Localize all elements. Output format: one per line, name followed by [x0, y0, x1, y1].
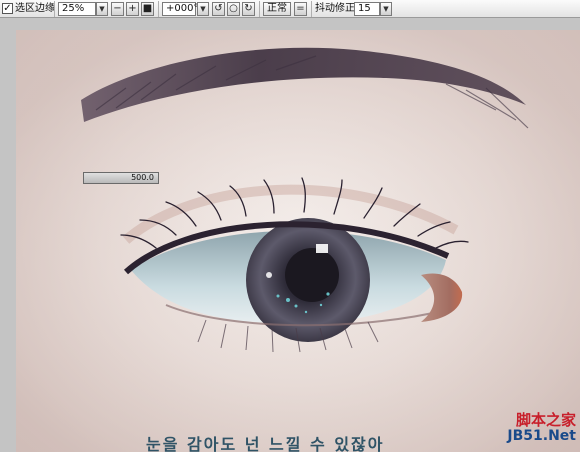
eye-illustration [16, 30, 580, 452]
zoom-input[interactable]: 25% [58, 2, 96, 16]
drawing-canvas[interactable]: 눈을 감아도 넌 느낄 수 있잖아 [16, 30, 580, 452]
watermark-line-2: JB51.Net [507, 428, 576, 444]
toolbar: ✓ 选区边缘 25% ▼ − + ■ +000° ▼ ↺ ○ ↻ 正常 = 抖动… [0, 0, 580, 18]
rotate-left-icon[interactable]: ↺ [212, 2, 225, 16]
toolbar-divider [54, 1, 55, 17]
selection-edge-checkbox[interactable]: ✓ [2, 3, 13, 14]
rotate-right-icon[interactable]: ↻ [242, 2, 255, 16]
zoom-out-icon[interactable]: − [111, 2, 124, 16]
stabilizer-input[interactable]: 15 [354, 2, 380, 16]
blend-mode-button[interactable]: 正常 [263, 2, 291, 16]
flip-icon[interactable]: = [294, 2, 307, 16]
selection-edge-label: 选区边缘 [15, 3, 55, 14]
zoom-dropdown-arrow-icon[interactable]: ▼ [96, 2, 108, 16]
brush-size-slider[interactable]: 500.0 [83, 172, 159, 184]
toolbar-divider [259, 1, 260, 17]
toolbar-divider [311, 1, 312, 17]
zoom-in-icon[interactable]: + [126, 2, 139, 16]
toolbar-divider [158, 1, 159, 17]
caption-text: 눈을 감아도 넌 느낄 수 있잖아 [146, 435, 385, 452]
watermark: 脚本之家 JB51.Net [507, 412, 576, 444]
stabilizer-dropdown-arrow-icon[interactable]: ▼ [380, 2, 392, 16]
stabilizer-label: 抖动修正 [315, 3, 355, 14]
watermark-line-1: 脚本之家 [515, 411, 576, 429]
zoom-fit-icon[interactable]: ■ [141, 2, 154, 16]
rotation-input[interactable]: +000° [162, 2, 198, 16]
rotate-reset-icon[interactable]: ○ [227, 2, 240, 16]
rotation-dropdown-arrow-icon[interactable]: ▼ [197, 2, 209, 16]
